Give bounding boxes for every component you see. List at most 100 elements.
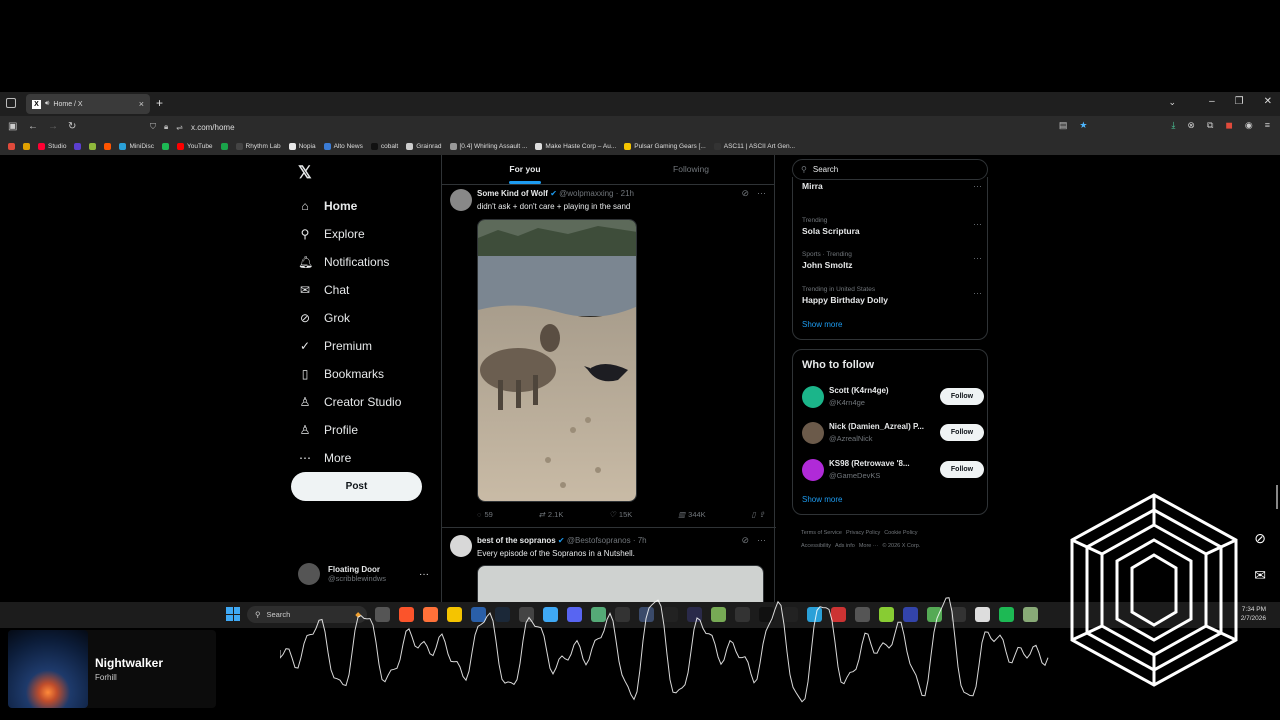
- app-icon[interactable]: [711, 607, 726, 622]
- nav-item-home[interactable]: ⌂ Home: [298, 192, 401, 220]
- follow-suggestion[interactable]: Nick (Damien_Azreal) P... @AzrealNick Foll…: [802, 420, 984, 446]
- trend-item[interactable]: Trending in United States Happy Birthday …: [802, 286, 982, 305]
- bookmark-item[interactable]: [8, 143, 15, 150]
- footer-link[interactable]: © 2026 X Corp.: [882, 543, 920, 549]
- reader-icon[interactable]: ▤: [1059, 120, 1068, 131]
- trends-show-more[interactable]: Show more: [802, 320, 842, 329]
- footer-link[interactable]: More ···: [859, 543, 879, 549]
- forward-icon[interactable]: →: [48, 121, 58, 132]
- trend-item[interactable]: Mirra ···: [802, 179, 982, 191]
- app-icon[interactable]: [639, 607, 654, 622]
- speaker-icon[interactable]: 🔊︎: [45, 100, 49, 108]
- bookmark-item[interactable]: [89, 143, 97, 150]
- follow-show-more[interactable]: Show more: [802, 495, 842, 504]
- app-icon[interactable]: [807, 607, 822, 622]
- nav-item-premium[interactable]: ✓ Premium: [298, 332, 401, 360]
- bookmark-item[interactable]: Rhythm Lab: [235, 143, 281, 150]
- tweet-author-handle[interactable]: @Bestofsopranos: [567, 536, 631, 545]
- app-icon[interactable]: [783, 607, 798, 622]
- avatar[interactable]: [802, 459, 824, 481]
- tab-close-icon[interactable]: ×: [139, 99, 144, 109]
- maximize-icon[interactable]: ❐: [1235, 96, 1244, 107]
- app-icon[interactable]: [1023, 607, 1038, 622]
- footer-link[interactable]: Privacy Policy: [846, 530, 880, 536]
- back-icon[interactable]: ←: [28, 121, 38, 132]
- more-icon[interactable]: ···: [973, 181, 982, 191]
- app-icon[interactable]: [519, 607, 534, 622]
- task-view-icon[interactable]: [375, 607, 390, 622]
- tab-list-chevron-icon[interactable]: ⌄: [1168, 97, 1176, 108]
- bookmark-item[interactable]: [104, 143, 112, 150]
- follow-suggestion[interactable]: Scott (K4rn4ge) @K4rn4ge Follow: [802, 384, 984, 410]
- app-icon[interactable]: [759, 607, 774, 622]
- footer-link[interactable]: Ads info: [835, 543, 855, 549]
- page-scrollbar[interactable]: [1276, 485, 1278, 509]
- app-icon[interactable]: [543, 607, 558, 622]
- app-icon[interactable]: [975, 607, 990, 622]
- steam-icon[interactable]: [495, 607, 510, 622]
- bookmark-item[interactable]: ASC11 | ASCII Art Gen...: [713, 143, 795, 150]
- taskbar-search[interactable]: ⚲ Search ◆: [247, 606, 367, 623]
- follow-button[interactable]: Follow: [940, 461, 984, 478]
- grok-icon[interactable]: ⊘: [741, 188, 749, 199]
- suggestion-name[interactable]: Scott (K4rn4ge): [829, 386, 889, 395]
- more-icon[interactable]: ···: [973, 253, 982, 263]
- bookmark-item[interactable]: [23, 143, 30, 150]
- app-icon[interactable]: [591, 607, 606, 622]
- nav-item-more[interactable]: ⋯ More: [298, 444, 401, 472]
- start-button[interactable]: [226, 607, 240, 621]
- menu-icon[interactable]: ≡: [1265, 120, 1270, 131]
- account-switcher[interactable]: Floating Door @scribblewindws: [298, 563, 386, 585]
- tweet-author-handle[interactable]: @wolpmaxxing: [559, 189, 613, 198]
- avatar[interactable]: [802, 386, 824, 408]
- lock-icon[interactable]: 🔒︎: [164, 122, 168, 132]
- spotify-icon[interactable]: [999, 607, 1014, 622]
- messages-float-icon[interactable]: ✉: [1254, 567, 1266, 584]
- tab-for-you[interactable]: For you: [442, 155, 608, 184]
- brave-icon[interactable]: [399, 607, 414, 622]
- file-explorer-icon[interactable]: [447, 607, 462, 622]
- nav-item-profile[interactable]: ♙ Profile: [298, 416, 401, 444]
- trend-item[interactable]: Sports · Trending John Smoltz ···: [802, 251, 982, 270]
- more-icon[interactable]: ···: [973, 288, 982, 298]
- more-icon[interactable]: ···: [973, 219, 982, 229]
- bookmark-icon[interactable]: ▯: [752, 510, 756, 519]
- bookmark-star-icon[interactable]: ★: [1079, 120, 1087, 131]
- suggestion-name[interactable]: KS98 (Retrowave '8...: [829, 459, 910, 468]
- tweet-video[interactable]: [477, 565, 764, 602]
- post-button[interactable]: Post: [291, 472, 422, 501]
- bookmark-item[interactable]: Alto News: [323, 143, 363, 150]
- repost-button[interactable]: ⇄ 2.1K: [539, 510, 564, 519]
- nav-item-bookmarks[interactable]: ▯ Bookmarks: [298, 360, 401, 388]
- bookmark-item[interactable]: YouTube: [177, 143, 213, 150]
- bookmark-item[interactable]: Pulsar Gaming Gears [...: [624, 143, 706, 150]
- site-settings-icon[interactable]: ⇌: [176, 123, 183, 132]
- tweet-time[interactable]: · 7h: [633, 536, 647, 545]
- bookmark-item[interactable]: Make Haste Corp – Au...: [535, 143, 616, 150]
- taskbar-clock[interactable]: 7:34 PM 2/7/2026: [1241, 605, 1266, 623]
- shield-icon[interactable]: ⛉: [150, 122, 156, 132]
- footer-link[interactable]: Terms of Service: [801, 530, 842, 536]
- tab-following[interactable]: Following: [608, 155, 774, 184]
- sidebar-icon[interactable]: ▣: [8, 121, 17, 132]
- app-icon[interactable]: [927, 607, 942, 622]
- app-icon[interactable]: [855, 607, 870, 622]
- bookmark-item[interactable]: MiniDisc: [119, 143, 154, 150]
- footer-link[interactable]: Cookie Policy: [884, 530, 917, 536]
- window-close-icon[interactable]: ✕: [1264, 96, 1272, 107]
- grok-float-icon[interactable]: ⊘: [1254, 530, 1266, 547]
- account-more-icon[interactable]: ···: [419, 569, 429, 580]
- avatar[interactable]: [450, 535, 472, 557]
- nav-item-chat[interactable]: ✉ Chat: [298, 276, 401, 304]
- app-icon[interactable]: [903, 607, 918, 622]
- views-button[interactable]: ▥ 344K: [678, 510, 706, 519]
- url-text[interactable]: x.com/home: [191, 123, 235, 132]
- x-logo[interactable]: 𝕏: [298, 163, 312, 183]
- app-icon[interactable]: [687, 607, 702, 622]
- footer-link[interactable]: Accessibility: [801, 543, 831, 549]
- minimize-icon[interactable]: –: [1209, 96, 1215, 107]
- like-button[interactable]: ♡ 15K: [609, 510, 632, 519]
- discord-icon[interactable]: [567, 607, 582, 622]
- extension-icon-3[interactable]: ◉: [1245, 120, 1253, 131]
- bookmark-item[interactable]: [162, 143, 169, 150]
